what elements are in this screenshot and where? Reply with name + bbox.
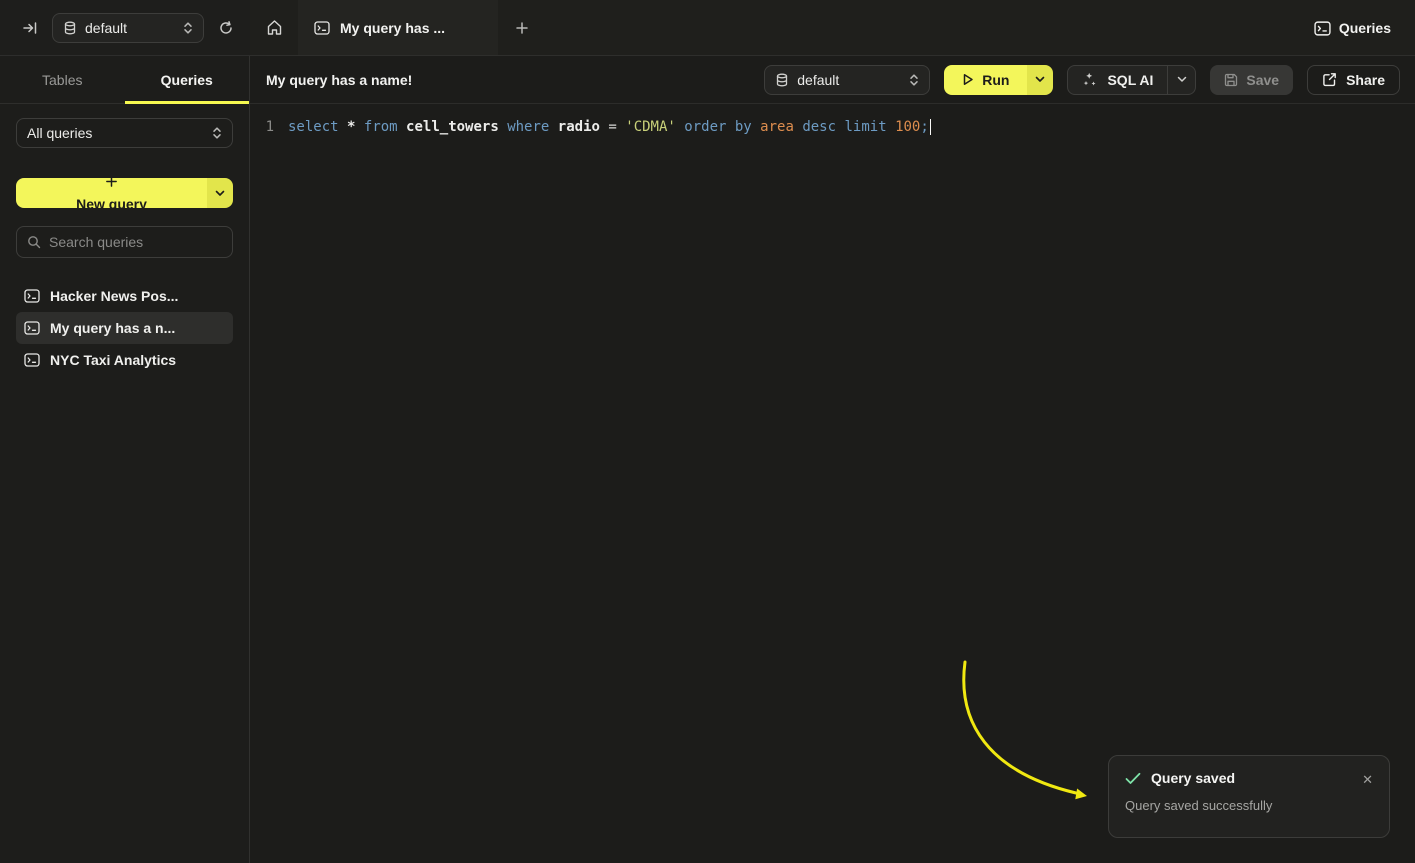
run-split-button: Run xyxy=(944,65,1053,95)
sidebar-tab-tables[interactable]: Tables xyxy=(0,56,125,103)
search-icon xyxy=(27,235,41,249)
sql-editor[interactable]: 1 select * from cell_towers where radio … xyxy=(250,104,1415,863)
toast-query-saved: Query saved ✕ Query saved successfully xyxy=(1108,755,1390,838)
query-terminal-icon xyxy=(24,289,40,303)
query-filter-value: All queries xyxy=(27,125,92,141)
body: Tables Queries All queries xyxy=(0,56,1415,863)
query-item-label: NYC Taxi Analytics xyxy=(50,352,176,368)
database-icon xyxy=(63,21,77,35)
sql-ai-split-button: SQL AI xyxy=(1067,65,1196,95)
plus-icon xyxy=(105,178,118,188)
share-label: Share xyxy=(1346,72,1385,88)
run-button[interactable]: Run xyxy=(944,65,1027,95)
chevron-down-icon xyxy=(215,190,225,197)
toast-message: Query saved successfully xyxy=(1125,798,1373,813)
collapse-sidebar-icon xyxy=(22,20,38,36)
sql-ai-dropdown-button[interactable] xyxy=(1167,66,1195,94)
sidebar-tab-queries[interactable]: Queries xyxy=(125,56,250,103)
home-icon xyxy=(266,19,283,36)
query-filter-select[interactable]: All queries xyxy=(16,118,233,148)
editor-database-selector[interactable]: default xyxy=(764,65,930,95)
chevron-down-icon xyxy=(1177,76,1187,83)
chevron-updown-icon xyxy=(183,21,193,35)
editor-header: My query has a name! default xyxy=(250,56,1415,104)
queries-indicator: Queries xyxy=(1314,0,1391,56)
save-button[interactable]: Save xyxy=(1210,65,1293,95)
database-selector[interactable]: default xyxy=(52,13,204,43)
run-dropdown-button[interactable] xyxy=(1027,65,1053,95)
database-icon xyxy=(775,73,789,87)
sidebar-tabs: Tables Queries xyxy=(0,56,249,104)
refresh-button[interactable] xyxy=(214,16,238,40)
tab-label: My query has ... xyxy=(340,20,445,36)
query-list-item[interactable]: NYC Taxi Analytics xyxy=(16,344,233,376)
save-label: Save xyxy=(1246,72,1279,88)
new-query-dropdown-button[interactable] xyxy=(207,178,233,208)
query-terminal-icon xyxy=(24,321,40,335)
search-queries-input[interactable] xyxy=(49,234,222,250)
tab-strip: My query has ... Queries xyxy=(250,0,1415,56)
home-button[interactable] xyxy=(250,0,298,55)
toast-title: Query saved xyxy=(1151,770,1235,786)
chevron-down-icon xyxy=(1035,76,1045,83)
query-item-label: My query has a n... xyxy=(50,320,175,336)
tab-my-query[interactable]: My query has ... xyxy=(298,0,498,55)
toast-title-row: Query saved xyxy=(1125,770,1373,786)
query-title: My query has a name! xyxy=(266,72,412,88)
query-list-item[interactable]: Hacker News Pos... xyxy=(16,280,233,312)
editor-database-value: default xyxy=(797,72,839,88)
top-bar: default xyxy=(0,0,1415,56)
sidebar-header: default xyxy=(0,0,250,56)
sql-code: select * from cell_towers where radio = … xyxy=(288,117,931,138)
save-icon xyxy=(1224,73,1238,87)
editor-header-controls: default xyxy=(764,65,1400,95)
line-number: 1 xyxy=(250,117,274,138)
query-item-label: Hacker News Pos... xyxy=(50,288,178,304)
database-selector-value: default xyxy=(85,20,127,36)
queries-terminal-icon xyxy=(1314,21,1331,36)
sql-ai-button[interactable]: SQL AI xyxy=(1068,66,1167,94)
chevron-updown-icon xyxy=(212,126,222,140)
run-label: Run xyxy=(982,72,1009,88)
new-query-button[interactable]: New query xyxy=(16,178,207,208)
search-queries-box xyxy=(16,226,233,258)
share-icon xyxy=(1322,72,1337,87)
new-query-split-button: New query xyxy=(16,178,233,208)
play-icon xyxy=(962,73,974,86)
new-tab-button[interactable] xyxy=(498,0,546,55)
check-icon xyxy=(1125,772,1141,785)
queries-label: Queries xyxy=(1339,20,1391,36)
plus-icon xyxy=(515,21,529,35)
share-button[interactable]: Share xyxy=(1307,65,1400,95)
query-terminal-icon xyxy=(24,353,40,367)
sparkles-icon xyxy=(1082,72,1098,88)
main-panel: My query has a name! default xyxy=(250,56,1415,863)
sidebar: Tables Queries All queries xyxy=(0,56,250,863)
toast-close-button[interactable]: ✕ xyxy=(1358,768,1377,792)
query-list-item[interactable]: My query has a n... xyxy=(16,312,233,344)
sql-ai-label: SQL AI xyxy=(1107,72,1153,88)
chevron-updown-icon xyxy=(909,73,919,87)
query-terminal-icon xyxy=(314,21,330,35)
text-cursor xyxy=(930,119,932,135)
query-list: Hacker News Pos... My query has a n... NYC… xyxy=(16,280,233,376)
app-window: default xyxy=(0,0,1415,863)
new-query-label: New query xyxy=(76,196,147,209)
refresh-icon xyxy=(218,20,234,36)
sidebar-content: All queries New query xyxy=(0,104,249,390)
collapse-sidebar-button[interactable] xyxy=(18,16,42,40)
code-line-1: 1 select * from cell_towers where radio … xyxy=(250,117,1415,138)
